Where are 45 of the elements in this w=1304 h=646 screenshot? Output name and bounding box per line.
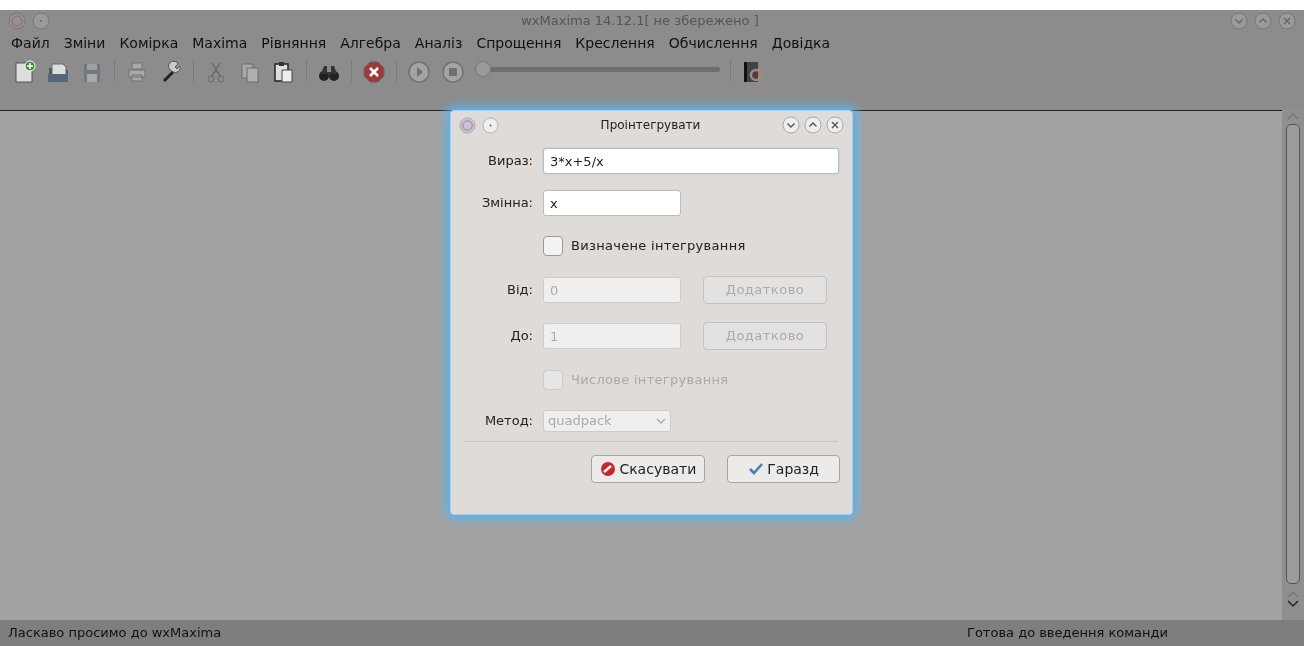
minimize-icon[interactable] xyxy=(782,116,800,134)
menu-item[interactable]: Maxima xyxy=(185,32,255,54)
maximize-icon[interactable] xyxy=(1254,12,1272,30)
menu-item[interactable]: Спрощення xyxy=(469,32,569,54)
new-document-icon[interactable] xyxy=(12,60,36,84)
pin-button-icon[interactable] xyxy=(482,116,499,134)
status-message: Готова до введення команди xyxy=(966,624,1168,643)
menu-item[interactable]: Аналіз xyxy=(407,32,470,54)
menu-item[interactable]: Довідка xyxy=(764,32,838,54)
status-message: Ласкаво просимо до wxMaxima xyxy=(8,624,222,643)
ok-button[interactable]: Гаразд xyxy=(727,455,840,483)
checkbox[interactable]: Визначене інтегрування xyxy=(543,236,746,256)
scrollbar-thumb[interactable] xyxy=(1286,124,1300,584)
stop-sign-icon[interactable] xyxy=(362,60,386,84)
minimize-icon[interactable] xyxy=(1230,12,1248,30)
field-label: Від: xyxy=(507,281,533,300)
input-field[interactable]: x xyxy=(543,190,681,216)
paste-icon[interactable] xyxy=(272,60,296,84)
menu-item[interactable]: Комірка xyxy=(112,32,186,54)
chevron-down-icon xyxy=(656,418,666,424)
menu-item[interactable]: Алгебра xyxy=(333,32,408,54)
scroll-down-icon[interactable] xyxy=(1287,600,1299,608)
menu-item[interactable]: Креслення xyxy=(568,32,662,54)
menu-item[interactable]: Файл xyxy=(4,32,57,54)
menu-item[interactable]: Обчислення xyxy=(661,32,765,54)
slider[interactable] xyxy=(475,60,720,78)
app-logo-icon[interactable] xyxy=(459,116,476,134)
app-logo-icon[interactable] xyxy=(8,12,26,30)
field-label: Вираз: xyxy=(488,152,533,171)
cancel-button[interactable]: Скасувати xyxy=(591,455,706,483)
checkmark-icon xyxy=(748,462,765,476)
no-entry-icon xyxy=(600,461,617,477)
menu-item[interactable]: Рівняння xyxy=(254,32,334,54)
input-field[interactable]: 3*x+5/x xyxy=(543,148,839,174)
dialog-title: Проінтегрувати xyxy=(600,117,701,134)
field-label: Змінна: xyxy=(481,194,533,213)
pin-button-icon[interactable] xyxy=(32,12,50,30)
field-label: До: xyxy=(510,327,533,346)
folder-icon[interactable] xyxy=(46,60,70,84)
help-book-icon[interactable] xyxy=(741,60,765,84)
close-icon[interactable] xyxy=(826,116,844,134)
scroll-up-icon[interactable] xyxy=(1287,112,1299,120)
slider-thumb[interactable] xyxy=(475,61,491,77)
menu-item[interactable]: Зміни xyxy=(56,32,113,54)
field-label: Метод: xyxy=(484,412,533,431)
